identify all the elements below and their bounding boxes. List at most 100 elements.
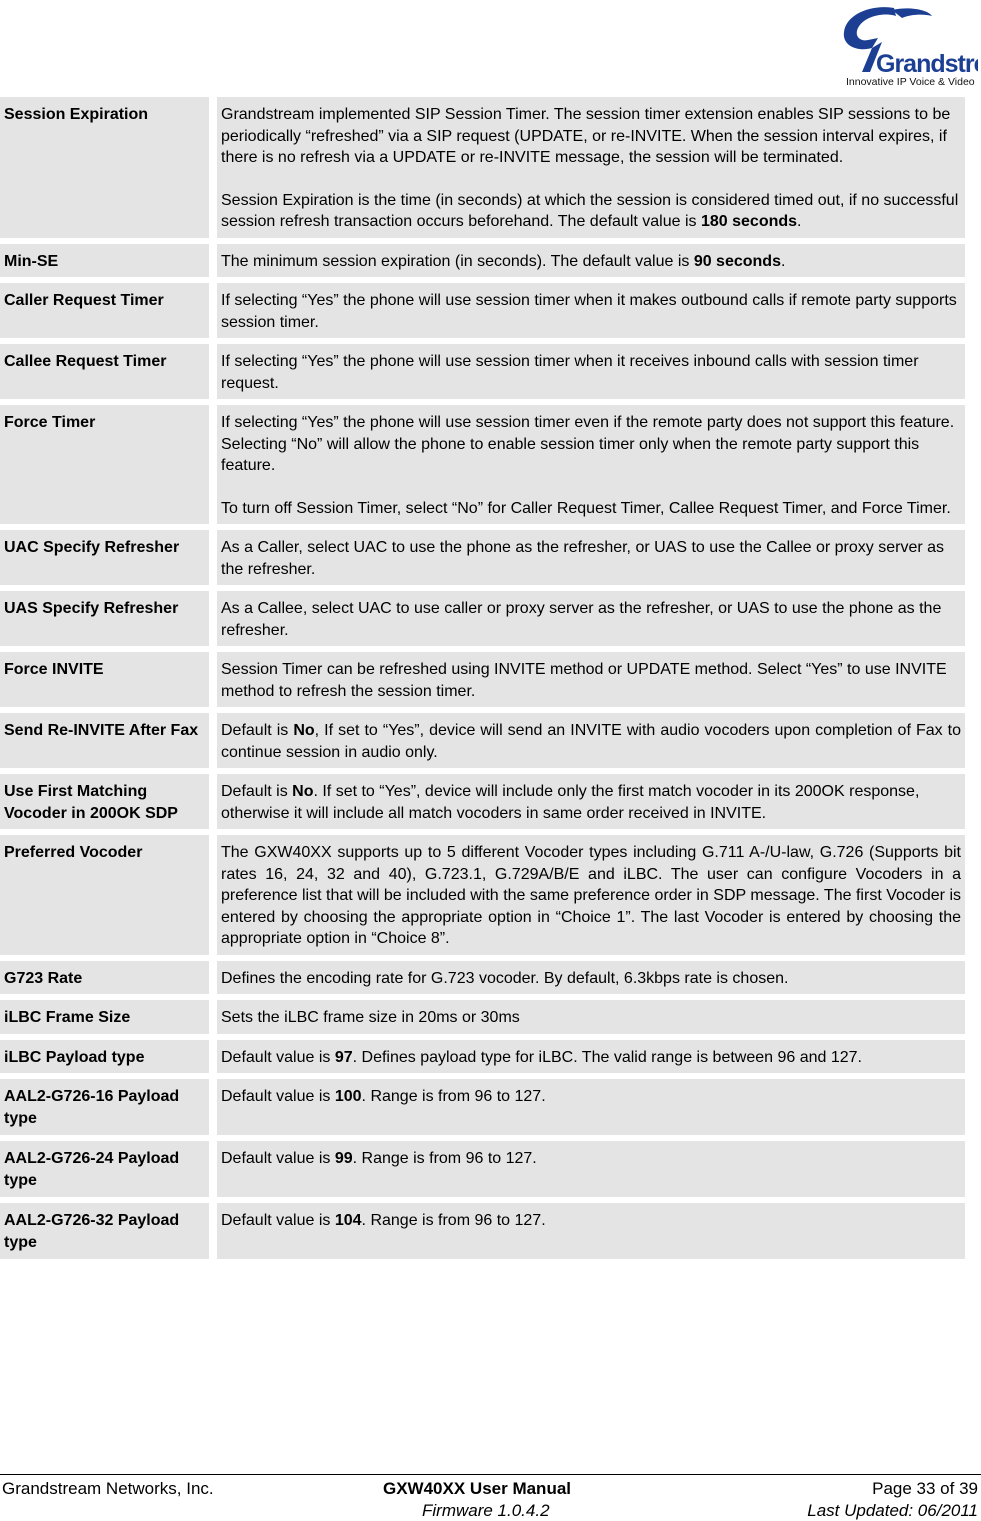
parameter-row: AAL2-G726-32 Payload type Default value i… bbox=[0, 1203, 965, 1259]
parameter-name: Force Timer bbox=[0, 405, 217, 524]
parameter-description: As a Caller, select UAC to use the phone… bbox=[217, 530, 965, 585]
description-text: Session Timer can be refreshed using INV… bbox=[221, 661, 947, 700]
logo-icon: Grandstream Innovative IP Voice & Video bbox=[843, 7, 981, 88]
parameter-row: Force INVITE Session Timer can be refresh… bbox=[0, 652, 965, 707]
description-text: If selecting “Yes” the phone will use se… bbox=[221, 414, 955, 474]
svg-text:Grandstream: Grandstream bbox=[876, 50, 978, 78]
description-paragraph: Default value is 99. Range is from 96 to… bbox=[221, 1148, 961, 1170]
description-paragraph: Session Expiration is the time (in secon… bbox=[221, 190, 961, 233]
parameter-description: Default value is 99. Range is from 96 to… bbox=[217, 1141, 965, 1197]
parameter-description: Default is No, If set to “Yes”, device w… bbox=[217, 713, 965, 768]
description-text: . Defines payload type for iLBC. The val… bbox=[352, 1048, 862, 1066]
description-text: . bbox=[780, 252, 786, 270]
footer-last-updated: Last Updated: 06/2011 bbox=[807, 1501, 978, 1520]
description-text: Default value is bbox=[221, 1088, 335, 1105]
parameter-description: Default value is 104. Range is from 96 t… bbox=[217, 1203, 965, 1259]
description-text: Default is bbox=[221, 722, 294, 739]
parameter-name: UAC Specify Refresher bbox=[0, 530, 217, 585]
parameter-name: Session Expiration bbox=[0, 97, 217, 238]
parameter-name: iLBC Frame Size bbox=[0, 1000, 217, 1034]
description-paragraph: Default value is 97. Defines payload typ… bbox=[221, 1047, 961, 1069]
description-paragraph: To turn off Session Timer, select “No” f… bbox=[221, 498, 961, 520]
parameter-description: Default value is 100. Range is from 96 t… bbox=[217, 1079, 965, 1135]
description-text: Session Expiration is the time (in secon… bbox=[221, 191, 959, 231]
description-paragraph: As a Callee, select UAC to use caller or… bbox=[221, 598, 961, 641]
description-text: . bbox=[797, 213, 802, 230]
parameter-name: Preferred Vocoder bbox=[0, 835, 217, 955]
default-value: No bbox=[293, 722, 315, 739]
parameter-row: AAL2-G726-24 Payload type Default value i… bbox=[0, 1141, 965, 1197]
default-value: 104 bbox=[334, 1212, 362, 1229]
description-paragraph: Grandstream implemented SIP Session Time… bbox=[221, 104, 961, 169]
parameter-row: Min-SE The minimum session expiration (in… bbox=[0, 243, 965, 277]
description-text: . Range is from 96 to 127. bbox=[352, 1150, 537, 1167]
description-paragraph: Session Timer can be refreshed using INV… bbox=[221, 659, 961, 702]
parameter-row: Send Re-INVITE After Fax Default is No, I… bbox=[0, 713, 965, 768]
parameter-description: Grandstream implemented SIP Session Time… bbox=[217, 97, 965, 238]
description-paragraph: Defines the encoding rate for G.723 voco… bbox=[221, 968, 961, 990]
parameter-row: Callee Request Timer If selecting “Yes” t… bbox=[0, 344, 965, 399]
description-text: The minimum session expiration (in secon… bbox=[221, 252, 694, 270]
parameter-description: Default is No. If set to “Yes”, device w… bbox=[217, 774, 965, 829]
description-text: Defines the encoding rate for G.723 voco… bbox=[221, 969, 789, 987]
description-text: . If set to “Yes”, device will include o… bbox=[221, 783, 920, 822]
parameter-description: If selecting “Yes” the phone will use se… bbox=[217, 344, 965, 399]
description-text: . Range is from 96 to 127. bbox=[361, 1088, 546, 1105]
description-paragraph: If selecting “Yes” the phone will use se… bbox=[221, 290, 961, 333]
parameter-description: As a Callee, select UAC to use caller or… bbox=[217, 591, 965, 646]
default-value: 90 seconds bbox=[693, 252, 781, 270]
parameter-description: Defines the encoding rate for G.723 voco… bbox=[217, 960, 965, 994]
default-value: No bbox=[292, 783, 314, 800]
description-paragraph: Default value is 104. Range is from 96 t… bbox=[221, 1210, 961, 1232]
parameter-row: Session Expiration Grandstream implemente… bbox=[0, 97, 965, 238]
parameter-row: Caller Request Timer If selecting “Yes” t… bbox=[0, 283, 965, 338]
parameter-name: Caller Request Timer bbox=[0, 283, 217, 338]
description-text: Grandstream implemented SIP Session Time… bbox=[221, 106, 951, 166]
description-text: , If set to “Yes”, device will send an I… bbox=[221, 722, 962, 761]
description-text: If selecting “Yes” the phone will use se… bbox=[221, 353, 919, 392]
page-footer: Grandstream Networks, Inc. GXW40XX User … bbox=[0, 1474, 981, 1520]
description-paragraph: The minimum session expiration (in secon… bbox=[221, 251, 961, 273]
description-paragraph: As a Caller, select UAC to use the phone… bbox=[221, 537, 961, 580]
parameter-row: UAS Specify Refresher As a Callee, select… bbox=[0, 591, 965, 646]
parameter-name: AAL2-G726-24 Payload type bbox=[0, 1141, 217, 1197]
parameter-description: If selecting “Yes” the phone will use se… bbox=[217, 283, 965, 338]
parameter-name: G723 Rate bbox=[0, 960, 217, 994]
parameter-name: Send Re-INVITE After Fax bbox=[0, 713, 217, 768]
description-paragraph: Default is No. If set to “Yes”, device w… bbox=[221, 781, 961, 824]
description-text: . Range is from 96 to 127. bbox=[361, 1212, 546, 1229]
parameter-row: Force Timer If selecting “Yes” the phone … bbox=[0, 405, 965, 524]
parameter-name: UAS Specify Refresher bbox=[0, 591, 217, 646]
parameter-name: AAL2-G726-16 Payload type bbox=[0, 1079, 217, 1135]
description-paragraph: Sets the iLBC frame size in 20ms or 30ms bbox=[221, 1007, 961, 1029]
description-text: As a Callee, select UAC to use caller or… bbox=[221, 600, 942, 639]
parameter-row: iLBC Payload type Default value is 97. De… bbox=[0, 1039, 965, 1073]
parameter-table: Session Expiration Grandstream implemente… bbox=[0, 91, 965, 1265]
parameter-row: iLBC Frame Size Sets the iLBC frame size … bbox=[0, 1000, 965, 1034]
parameter-row: Use First Matching Vocoder in 200OK SDP D… bbox=[0, 774, 965, 829]
parameter-name: Min-SE bbox=[0, 243, 217, 277]
description-paragraph: Default value is 100. Range is from 96 t… bbox=[221, 1086, 961, 1108]
parameter-description: The minimum session expiration (in secon… bbox=[217, 243, 965, 277]
parameter-name: Force INVITE bbox=[0, 652, 217, 707]
description-text: To turn off Session Timer, select “No” f… bbox=[221, 499, 951, 517]
default-value: 97 bbox=[334, 1048, 353, 1066]
description-text: Default is bbox=[221, 783, 293, 800]
parameter-row: UAC Specify Refresher As a Caller, select… bbox=[0, 530, 965, 585]
parameter-name: Use First Matching Vocoder in 200OK SDP bbox=[0, 774, 217, 829]
footer-manual-title: GXW40XX User Manual bbox=[383, 1479, 572, 1498]
grandstream-logo: Grandstream Innovative IP Voice & Video bbox=[832, 2, 981, 90]
parameter-description: Default value is 97. Defines payload typ… bbox=[217, 1039, 965, 1073]
description-paragraph: If selecting “Yes” the phone will use se… bbox=[221, 412, 961, 477]
parameter-description: The GXW40XX supports up to 5 different V… bbox=[217, 835, 965, 955]
footer-firmware: Firmware 1.0.4.2 bbox=[422, 1501, 550, 1520]
description-paragraph: If selecting “Yes” the phone will use se… bbox=[221, 351, 961, 394]
description-text: Default value is bbox=[221, 1150, 335, 1167]
svg-text:Innovative IP Voice & Video: Innovative IP Voice & Video bbox=[846, 76, 975, 88]
description-paragraph: The GXW40XX supports up to 5 different V… bbox=[221, 842, 961, 950]
parameter-description: Sets the iLBC frame size in 20ms or 30ms bbox=[217, 1000, 965, 1034]
parameter-row: G723 Rate Defines the encoding rate for G… bbox=[0, 960, 965, 994]
description-text: Default value is bbox=[221, 1048, 335, 1066]
footer-company: Grandstream Networks, Inc. bbox=[2, 1479, 214, 1498]
parameter-name: AAL2-G726-32 Payload type bbox=[0, 1203, 217, 1259]
